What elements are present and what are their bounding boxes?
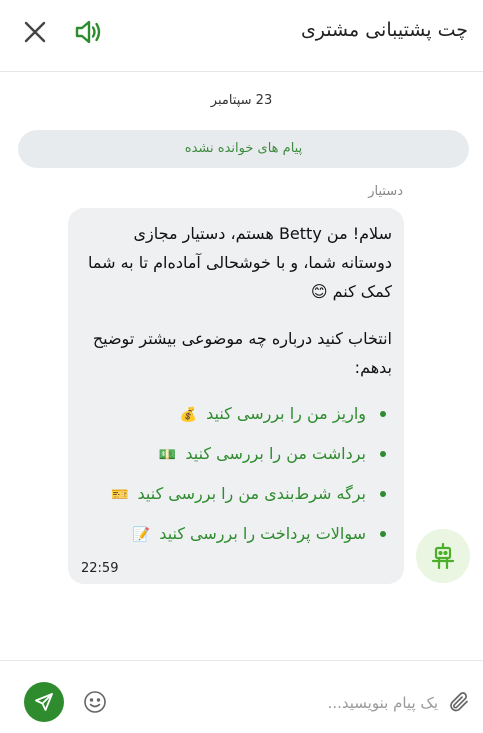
option-label: واریز من را بررسی کنید bbox=[206, 404, 366, 423]
option-check-withdrawal[interactable]: برداشت من را بررسی کنید 💵 bbox=[80, 434, 392, 474]
option-check-deposit[interactable]: واریز من را بررسی کنید 💰 bbox=[80, 394, 392, 434]
option-check-betslip[interactable]: برگه شرط‌بندی من را بررسی کنید 🎫 bbox=[80, 474, 392, 514]
option-label: برداشت من را بررسی کنید bbox=[185, 444, 366, 463]
chat-title: چت پشتیبانی مشتری bbox=[300, 19, 468, 41]
banknote-icon: 💵 bbox=[158, 447, 177, 463]
send-icon bbox=[35, 693, 53, 711]
option-payment-questions[interactable]: سوالات پرداخت را بررسی کنید 📝 bbox=[80, 514, 392, 554]
chat-header: چت پشتیبانی مشتری bbox=[0, 0, 483, 72]
message-composer bbox=[0, 660, 483, 733]
speaker-icon[interactable] bbox=[73, 17, 103, 47]
assistant-avatar bbox=[416, 529, 470, 583]
option-label: سوالات پرداخت را بررسی کنید bbox=[159, 524, 366, 543]
message-time: 22:59 bbox=[81, 561, 119, 576]
message-bubble: سلام! من Betty هستم، دستیار مجازی دوستان… bbox=[68, 208, 404, 584]
memo-icon: 📝 bbox=[132, 527, 151, 543]
option-label: برگه شرط‌بندی من را بررسی کنید bbox=[137, 484, 366, 503]
bullet-icon bbox=[380, 491, 386, 497]
options-list: واریز من را بررسی کنید 💰 برداشت من را بر… bbox=[80, 394, 392, 554]
robot-icon bbox=[431, 543, 455, 569]
money-bag-icon: 💰 bbox=[179, 407, 198, 423]
close-icon[interactable] bbox=[22, 19, 48, 45]
ticket-icon: 🎫 bbox=[110, 487, 129, 503]
message-input[interactable] bbox=[120, 687, 438, 719]
sender-name: دستیار bbox=[368, 184, 403, 199]
message-body: سلام! من Betty هستم، دستیار مجازی دوستان… bbox=[80, 219, 392, 554]
emoji-picker-icon[interactable] bbox=[83, 690, 107, 714]
date-separator: 23 سپتامبر bbox=[210, 93, 273, 108]
bullet-icon bbox=[380, 531, 386, 537]
greeting-text: سلام! من Betty هستم، دستیار مجازی دوستان… bbox=[87, 224, 392, 301]
bullet-icon bbox=[380, 411, 386, 417]
send-button[interactable] bbox=[24, 682, 64, 722]
unread-messages-banner: پیام های خوانده نشده bbox=[18, 130, 469, 168]
attachment-icon[interactable] bbox=[447, 690, 471, 714]
bullet-icon bbox=[380, 451, 386, 457]
prompt-text: انتخاب کنید درباره چه موضوعی بیشتر توضیح… bbox=[92, 329, 392, 377]
